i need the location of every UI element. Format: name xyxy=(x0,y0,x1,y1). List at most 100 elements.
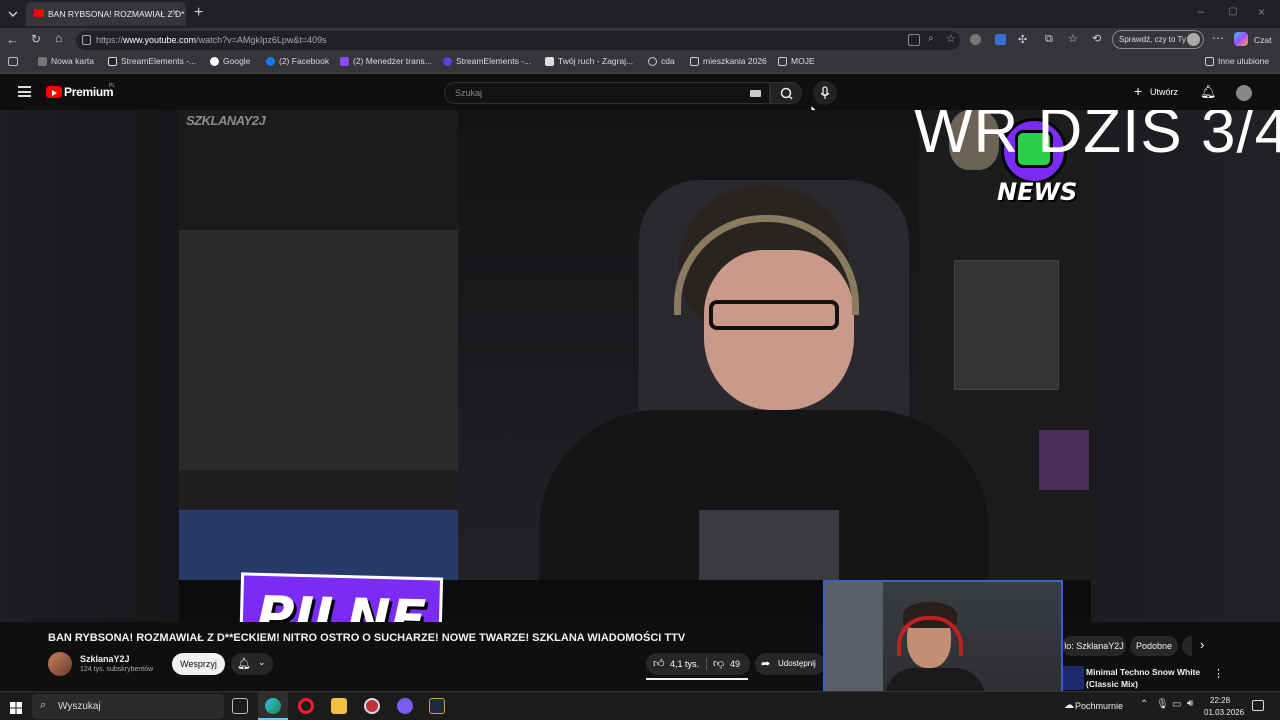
url-field[interactable]: https://www.youtube.com/watch?v=AMgkIpz6… xyxy=(76,31,960,50)
volume-icon[interactable]: 🔊︎ xyxy=(1187,698,1193,709)
bookmark-item[interactable]: MOJE xyxy=(778,56,815,66)
extension-shield-icon[interactable] xyxy=(995,34,1006,45)
other-bookmarks[interactable]: Inne ulubione xyxy=(1205,56,1269,66)
video-left-background xyxy=(0,110,179,622)
file-explorer-icon[interactable] xyxy=(331,698,347,714)
like-ratio-bar xyxy=(646,678,748,680)
bookmark-item[interactable]: Google xyxy=(210,56,250,66)
clock-time[interactable]: 22:28 xyxy=(1210,696,1230,705)
notification-center-icon[interactable] xyxy=(1252,700,1264,711)
bookmark-item[interactable]: Twój ruch - Zagraj... xyxy=(545,56,633,66)
tab-close-icon[interactable]: × xyxy=(172,7,182,19)
tab-title: BAN RYBSONA! ROZMAWIAŁ Z D* xyxy=(48,9,185,19)
voice-search-button[interactable] xyxy=(813,81,837,105)
search-icon xyxy=(780,87,793,100)
bookmark-item[interactable]: StreamElements -... xyxy=(443,56,531,66)
youtube-logo-icon[interactable] xyxy=(46,86,62,98)
create-plus-icon[interactable]: + xyxy=(1134,83,1142,99)
video-watermark: SZKLANAY2J xyxy=(186,113,266,128)
url-prefix: https:// xyxy=(96,35,124,45)
search-input[interactable]: Szukaj xyxy=(444,82,770,104)
channel-avatar[interactable] xyxy=(48,652,72,676)
subscription-bell-button[interactable]: 🔔︎ ⌄ xyxy=(231,653,273,675)
chip-related[interactable]: Podobne xyxy=(1130,636,1178,656)
share-button[interactable]: ➦ Udostępnij xyxy=(755,653,825,675)
bookmark-item[interactable]: Nowa karta xyxy=(38,56,94,66)
history-icon[interactable]: ⟲ xyxy=(1092,32,1101,45)
bookmark-item[interactable]: mieszkania 2026 xyxy=(690,56,767,66)
opera-icon[interactable] xyxy=(298,698,314,714)
recommendation-more-icon[interactable]: ⋮ xyxy=(1213,667,1224,680)
league-of-legends-icon[interactable] xyxy=(429,698,445,714)
hamburger-menu-icon[interactable] xyxy=(18,86,31,97)
bookmark-item[interactable]: (2) Facebook xyxy=(266,56,329,66)
refresh-icon[interactable]: ↻ xyxy=(31,32,41,46)
globe-icon xyxy=(648,56,657,66)
video-figure xyxy=(1039,430,1089,490)
recommendation-title[interactable]: Minimal Techno Snow White xyxy=(1086,667,1200,677)
create-button-label[interactable]: Utwórz xyxy=(1150,87,1178,97)
collections-icon[interactable] xyxy=(8,57,18,66)
recommendation-title-line2[interactable]: (Classic Mix) xyxy=(1086,679,1138,689)
youtube-logo-text[interactable]: Premium xyxy=(64,85,114,99)
bookmark-item[interactable]: cda xyxy=(648,56,675,66)
home-icon[interactable]: ⌂ xyxy=(55,31,62,45)
extension-1-icon[interactable] xyxy=(970,34,981,45)
app-available-icon[interactable] xyxy=(908,34,920,46)
split-screen-icon[interactable]: ⧉ xyxy=(1045,33,1053,46)
copilot-icon[interactable] xyxy=(1234,32,1248,46)
dislike-button[interactable]: 👎︎ 49 xyxy=(708,653,750,675)
recommendation-thumbnail[interactable] xyxy=(1062,666,1084,690)
weather-label[interactable]: Pochmurnie xyxy=(1075,701,1123,711)
bell-icon: 🔔︎ xyxy=(237,658,251,670)
favorite-star-icon[interactable]: ☆ xyxy=(946,32,956,45)
video-player[interactable]: SZKLANAY2J NEWS PILNE WR DZIŚ 3/4 xyxy=(0,110,1280,622)
avatar-icon xyxy=(1187,33,1200,46)
bookmarks-bar: Nowa karta StreamElements -... Google (2… xyxy=(0,52,1280,74)
bookmark-label: Google xyxy=(223,56,251,66)
taskbar-search-input[interactable]: ⌕ Wyszukaj xyxy=(32,694,224,719)
back-arrow-icon[interactable]: ← xyxy=(6,32,19,47)
new-tab-plus-icon[interactable]: + xyxy=(194,4,208,22)
search-button[interactable] xyxy=(770,82,802,104)
app-icon[interactable] xyxy=(364,698,380,714)
chip-more[interactable] xyxy=(1182,636,1192,656)
profile-button[interactable]: Sprawdź, czy to Ty xyxy=(1112,30,1204,49)
favorites-icon[interactable]: ☆ xyxy=(1068,32,1078,45)
copilot-label[interactable]: Czat xyxy=(1254,35,1271,45)
bookmark-item[interactable]: StreamElements -... xyxy=(108,56,196,66)
microphone-tray-icon[interactable]: 🎙︎ xyxy=(1156,699,1169,710)
zoom-icon[interactable]: ⌕ xyxy=(928,33,934,44)
support-button[interactable]: Wesprzyj xyxy=(172,653,225,675)
account-avatar[interactable] xyxy=(1236,85,1252,101)
video-dark-panel xyxy=(179,110,458,230)
like-button[interactable]: 👍︎ 4,1 tys. xyxy=(646,653,706,675)
taskbar-search-placeholder: Wyszukaj xyxy=(58,701,101,712)
edge-taskbar-active[interactable] xyxy=(258,692,288,720)
extensions-puzzle-icon[interactable]: ✣ xyxy=(1018,33,1027,46)
streamelements-icon xyxy=(443,56,452,66)
maximize-icon[interactable]: ▢ xyxy=(1228,6,1237,17)
video-frame: SZKLANAY2J NEWS xyxy=(179,110,1091,622)
windows-start-icon[interactable] xyxy=(10,701,22,714)
tray-chevron-icon[interactable]: ⌃ xyxy=(1140,699,1148,710)
notifications-bell-icon[interactable]: 🔔︎ xyxy=(1200,84,1217,100)
bookmark-item[interactable]: (2) Menedżer trans... xyxy=(340,56,432,66)
support-label: Wesprzyj xyxy=(180,659,217,669)
weather-icon[interactable]: ☁ xyxy=(1064,700,1074,711)
tab-list-chevron-icon[interactable] xyxy=(6,7,20,21)
more-menu-icon[interactable]: ⋯ xyxy=(1212,31,1224,45)
minimize-icon[interactable]: – xyxy=(1198,6,1204,18)
chip-from-channel[interactable]: lo: SzklanaY2J xyxy=(1062,636,1126,656)
chips-next-chevron-icon[interactable]: › xyxy=(1200,637,1204,652)
tab-active[interactable]: BAN RYBSONA! ROZMAWIAŁ Z D* × xyxy=(26,2,186,26)
browser-tab-bar: BAN RYBSONA! ROZMAWIAŁ Z D* × + – ▢ × xyxy=(0,0,1280,28)
keyboard-icon[interactable] xyxy=(750,90,761,97)
discord-icon[interactable] xyxy=(397,698,413,714)
window-close-icon[interactable]: × xyxy=(1258,5,1265,19)
network-icon[interactable]: ▭ xyxy=(1172,699,1181,710)
clock-date[interactable]: 01.03.2026 xyxy=(1204,708,1244,717)
task-view-icon[interactable] xyxy=(232,698,248,714)
channel-name[interactable]: SzklanaY2J xyxy=(80,654,130,664)
thumbs-up-icon: 👍︎ xyxy=(653,658,665,670)
